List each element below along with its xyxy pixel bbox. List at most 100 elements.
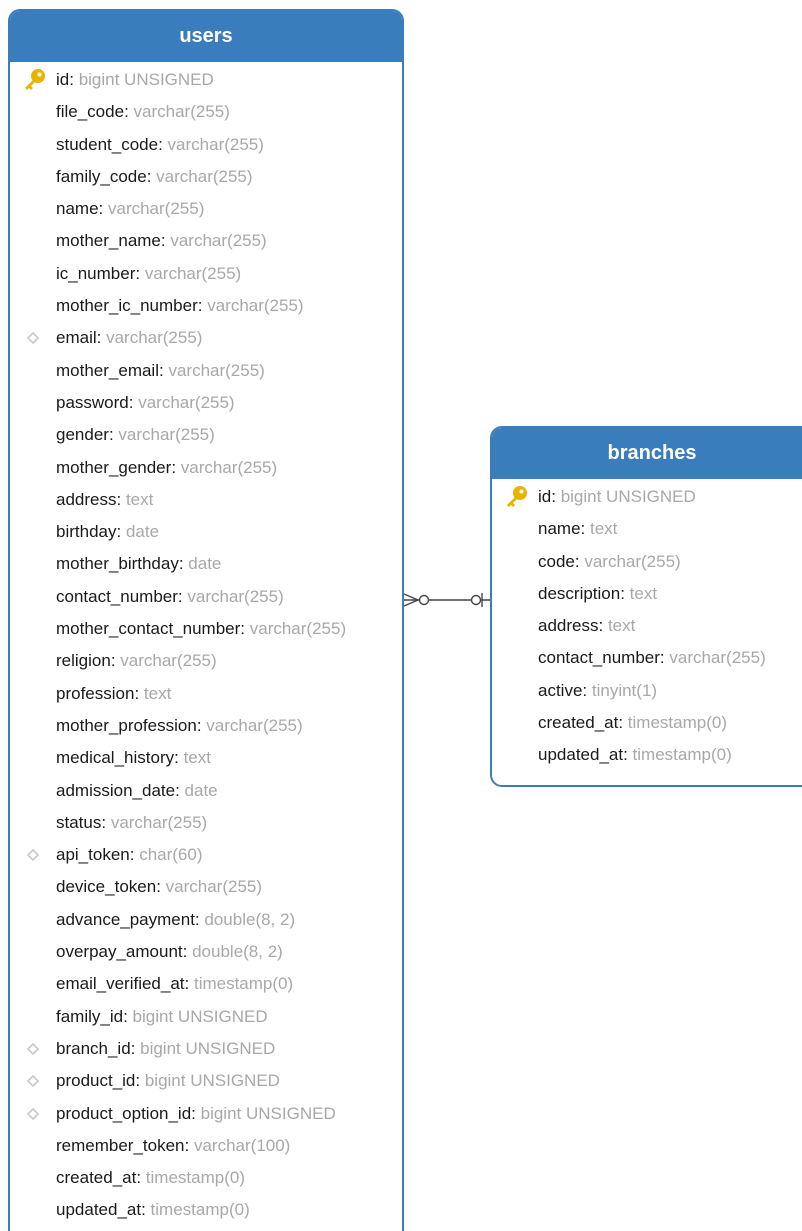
- field-type: varchar(255): [165, 877, 263, 897]
- field-row[interactable]: email_verified_at: timestamp(0): [10, 968, 402, 1000]
- field-type: varchar(255): [107, 199, 205, 219]
- field-row[interactable]: mother_contact_number: varchar(255): [10, 613, 402, 645]
- field-separator: :: [194, 909, 205, 929]
- field-type: varchar(255): [669, 648, 766, 668]
- field-separator: :: [141, 1200, 151, 1220]
- field-separator: :: [156, 877, 166, 897]
- field-separator: :: [124, 102, 134, 122]
- users-field-list: id: bigint UNSIGNED file_code: varchar(25…: [10, 62, 402, 1227]
- field-separator: :: [240, 619, 250, 639]
- field-type: varchar(255): [138, 392, 235, 412]
- field-row[interactable]: mother_ic_number: varchar(255): [10, 290, 402, 322]
- field-row[interactable]: religion: varchar(255): [10, 645, 402, 677]
- field-row[interactable]: active: tinyint(1): [492, 675, 802, 707]
- field-name: description: [538, 583, 621, 603]
- field-row[interactable]: name: text: [492, 513, 802, 545]
- field-row[interactable]: id: bigint UNSIGNED: [10, 64, 402, 96]
- field-row[interactable]: file_code: varchar(255): [10, 96, 402, 128]
- field-row[interactable]: address: text: [492, 610, 802, 642]
- field-row[interactable]: student_code: varchar(255): [10, 129, 402, 161]
- field-row[interactable]: gender: varchar(255): [10, 419, 402, 451]
- field-type: tinyint(1): [591, 680, 658, 700]
- field-row[interactable]: updated_at: timestamp(0): [10, 1194, 402, 1226]
- field-separator: :: [101, 812, 111, 832]
- relationship-connector[interactable]: [403, 585, 494, 615]
- field-row[interactable]: name: varchar(255): [10, 193, 402, 225]
- field-type: timestamp(0): [150, 1200, 250, 1220]
- index-diamond-icon: [22, 1033, 48, 1065]
- field-row[interactable]: profession: text: [10, 678, 402, 710]
- field-type: timestamp(0): [632, 745, 732, 765]
- field-separator: :: [108, 425, 119, 445]
- field-row[interactable]: branch_id: bigint UNSIGNED: [10, 1033, 402, 1065]
- field-row[interactable]: advance_payment: double(8, 2): [10, 904, 402, 936]
- field-type: varchar(255): [144, 263, 242, 283]
- field-separator: :: [659, 648, 670, 668]
- field-name: remember_token: [56, 1135, 185, 1155]
- field-row[interactable]: description: text: [492, 578, 802, 610]
- field-row[interactable]: remember_token: varchar(100): [10, 1130, 402, 1162]
- field-name: mother_name: [56, 231, 161, 251]
- index-diamond-icon: [22, 839, 48, 871]
- field-row[interactable]: code: varchar(255): [492, 546, 802, 578]
- field-row[interactable]: address: text: [10, 484, 402, 516]
- field-separator: :: [128, 392, 139, 412]
- field-name: created_at: [538, 713, 619, 733]
- field-row[interactable]: device_token: varchar(255): [10, 871, 402, 903]
- field-type: varchar(255): [110, 812, 208, 832]
- field-row[interactable]: email: varchar(255): [10, 322, 402, 354]
- field-name: email: [56, 328, 97, 348]
- crows-foot-upper: [403, 593, 419, 601]
- field-row[interactable]: medical_history: text: [10, 742, 402, 774]
- field-separator: :: [191, 1103, 201, 1123]
- field-row[interactable]: mother_gender: varchar(255): [10, 452, 402, 484]
- branches-table[interactable]: branches id: bigint UNSIGNED name: text co…: [490, 426, 802, 787]
- table-title[interactable]: users: [10, 11, 402, 62]
- field-separator: :: [129, 845, 140, 865]
- field-separator: :: [69, 70, 79, 89]
- field-row[interactable]: api_token: char(60): [10, 839, 402, 871]
- field-separator: :: [135, 263, 145, 283]
- field-row[interactable]: birthday: date: [10, 516, 402, 548]
- field-name: address: [56, 489, 117, 509]
- field-row[interactable]: created_at: timestamp(0): [492, 707, 802, 739]
- field-row[interactable]: overpay_amount: double(8, 2): [10, 936, 402, 968]
- field-separator: :: [623, 745, 633, 765]
- field-name: overpay_amount: [56, 942, 183, 962]
- field-row[interactable]: password: varchar(255): [10, 387, 402, 419]
- field-type: varchar(255): [168, 360, 265, 380]
- field-row[interactable]: product_id: bigint UNSIGNED: [10, 1065, 402, 1097]
- field-type: text: [607, 616, 636, 636]
- field-row[interactable]: mother_birthday: date: [10, 548, 402, 580]
- field-row[interactable]: contact_number: varchar(255): [10, 581, 402, 613]
- field-row[interactable]: family_code: varchar(255): [10, 161, 402, 193]
- field-name: mother_contact_number: [56, 619, 241, 639]
- field-name: code: [538, 551, 575, 571]
- field-row[interactable]: ic_number: varchar(255): [10, 258, 402, 290]
- field-row[interactable]: mother_profession: varchar(255): [10, 710, 402, 742]
- primary-key-icon: [504, 481, 530, 513]
- field-type: varchar(255): [584, 551, 681, 571]
- field-name: ic_number: [56, 263, 136, 283]
- field-row[interactable]: product_option_id: bigint UNSIGNED: [10, 1098, 402, 1130]
- field-name: password: [56, 392, 129, 412]
- crows-foot-lower: [403, 599, 419, 607]
- users-table[interactable]: users id: bigint UNSIGNED file_code: varc…: [8, 9, 404, 1231]
- field-separator: :: [135, 1071, 145, 1091]
- field-row[interactable]: family_id: bigint UNSIGNED: [10, 1001, 402, 1033]
- field-row[interactable]: mother_name: varchar(255): [10, 225, 402, 257]
- field-row[interactable]: admission_date: date: [10, 775, 402, 807]
- table-title[interactable]: branches: [492, 428, 802, 479]
- field-type: bigint UNSIGNED: [560, 487, 696, 506]
- field-row[interactable]: created_at: timestamp(0): [10, 1162, 402, 1194]
- field-separator: :: [184, 974, 194, 994]
- branches-field-list: id: bigint UNSIGNED name: text code: varch…: [492, 479, 802, 772]
- field-row[interactable]: status: varchar(255): [10, 807, 402, 839]
- field-row[interactable]: contact_number: varchar(255): [492, 642, 802, 674]
- field-name: branch_id: [56, 1038, 131, 1058]
- field-name: contact_number: [538, 648, 660, 668]
- field-row[interactable]: id: bigint UNSIGNED: [492, 481, 802, 513]
- field-row[interactable]: mother_email: varchar(255): [10, 355, 402, 387]
- field-row[interactable]: updated_at: timestamp(0): [492, 739, 802, 771]
- field-separator: :: [136, 1168, 146, 1188]
